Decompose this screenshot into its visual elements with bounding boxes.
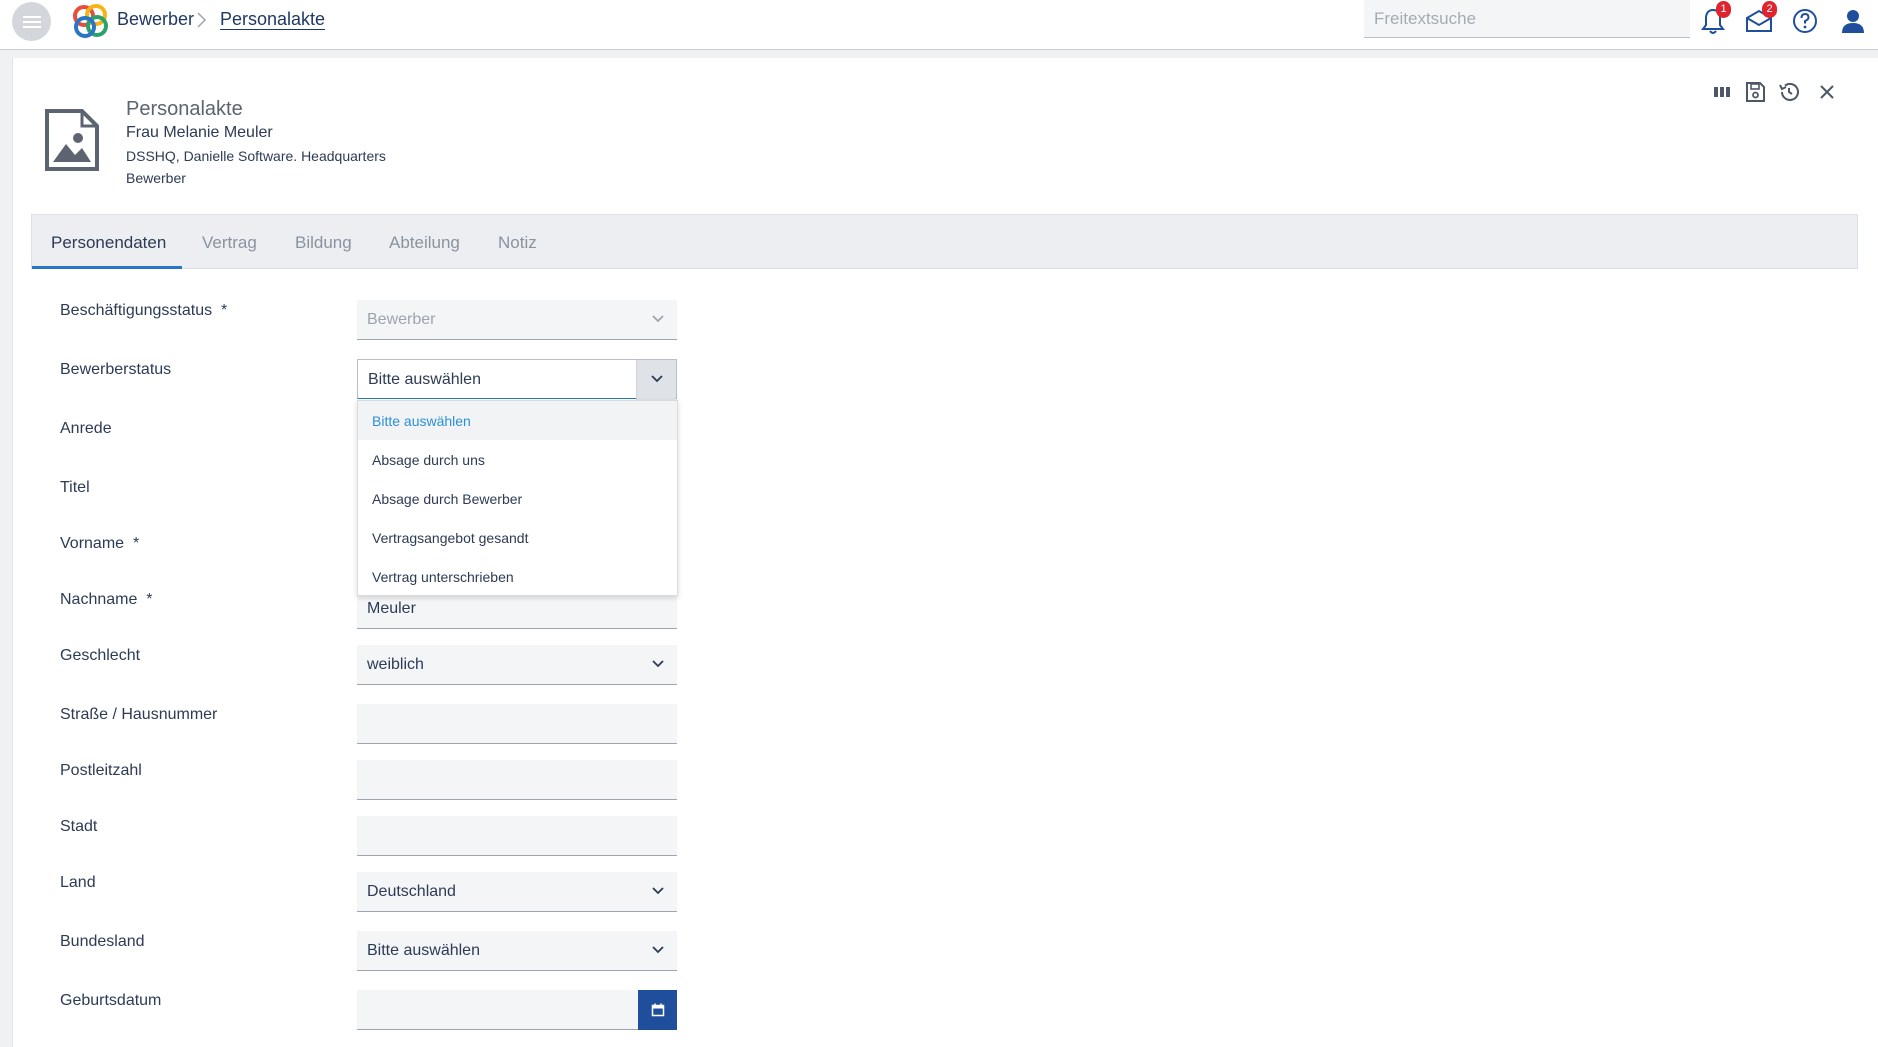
dropdown-option[interactable]: Vertrag unterschrieben [358,557,677,596]
calendar-icon [651,1003,664,1017]
notifications-badge: 1 [1716,1,1731,18]
columns-icon[interactable] [1710,80,1734,104]
label-geburtsdatum: Geburtsdatum [60,992,162,1009]
label-stadt: Stadt [60,818,98,835]
chevron-down-icon [652,315,664,323]
geschlecht-select[interactable]: weiblich [357,645,677,685]
label-beschaeftigungsstatus: Beschäftigungsstatus * [60,302,228,319]
user-icon [1842,10,1864,33]
messages-badge: 2 [1762,1,1777,18]
help-button[interactable] [1790,6,1820,36]
tab-personendaten[interactable]: Personendaten [51,233,166,253]
dropdown-option[interactable]: Absage durch uns [358,440,677,479]
label-bundesland: Bundesland [60,933,145,950]
bundesland-select[interactable]: Bitte auswählen [357,931,677,971]
breadcrumb-current[interactable]: Personalakte [220,9,325,30]
person-type: Bewerber [126,170,186,186]
chevron-down-icon [651,375,663,383]
image-placeholder-icon [45,109,99,171]
stadt-input[interactable] [357,816,677,856]
label-strasse: Straße / Hausnummer [60,706,218,723]
record-card [12,58,1878,1047]
nachname-value: Meuler [367,600,416,617]
tab-notiz[interactable]: Notiz [498,233,537,253]
dropdown-option[interactable]: Bitte auswählen [358,401,677,440]
dropdown-option[interactable]: Vertragsangebot gesandt [358,518,677,557]
tab-vertrag[interactable]: Vertrag [202,233,257,253]
help-icon [1793,9,1817,33]
menu-button[interactable] [12,2,51,41]
label-postleitzahl: Postleitzahl [60,762,142,779]
tab-abteilung[interactable]: Abteilung [389,233,460,253]
chevron-down-icon [652,887,664,895]
land-select[interactable]: Deutschland [357,872,677,912]
geschlecht-value: weiblich [367,656,424,673]
label-anrede: Anrede [60,420,112,437]
beschaeftigungsstatus-select[interactable]: Bewerber [357,300,677,340]
top-bar: Bewerber Personalakte 1 2 [0,0,1878,50]
save-icon[interactable] [1743,80,1767,104]
dropdown-option[interactable]: Absage durch Bewerber [358,479,677,518]
close-icon[interactable] [1815,80,1839,104]
label-land: Land [60,874,96,891]
postleitzahl-input[interactable] [357,760,677,800]
organization-name: DSSHQ, Danielle Software. Headquarters [126,148,386,164]
search-input[interactable] [1364,0,1690,38]
chevron-down-icon [652,946,664,954]
notifications-button[interactable]: 1 [1698,1,1731,36]
active-tab-indicator [32,266,182,269]
label-titel: Titel [60,479,90,496]
bewerberstatus-value: Bitte auswählen [368,371,481,388]
geburtsdatum-input[interactable] [357,990,677,1030]
bewerberstatus-dropdown: Bitte auswählen Absage durch uns Absage … [357,400,678,596]
dropdown-toggle[interactable] [636,360,676,400]
tab-bildung[interactable]: Bildung [295,233,352,253]
date-picker-button[interactable] [638,990,677,1030]
beschaeftigungsstatus-value: Bewerber [367,311,436,328]
chevron-right-icon [197,12,207,28]
label-bewerberstatus: Bewerberstatus [60,361,172,378]
messages-button[interactable]: 2 [1744,1,1777,36]
label-nachname: Nachname * [60,591,153,608]
bewerberstatus-select[interactable]: Bitte auswählen [357,359,677,400]
person-name: Frau Melanie Meuler [126,124,273,141]
hamburger-icon [22,15,41,28]
history-icon[interactable] [1777,80,1801,104]
bundesland-value: Bitte auswählen [367,942,480,959]
page-title: Personalakte [126,98,243,120]
label-geschlecht: Geschlecht [60,647,141,664]
breadcrumb-root[interactable]: Bewerber [117,9,194,30]
user-menu-button[interactable] [1838,6,1868,36]
strasse-input[interactable] [357,704,677,744]
chevron-down-icon [652,660,664,668]
app-logo[interactable] [70,2,112,40]
tab-bar: Personendaten Vertrag Bildung Abteilung … [31,214,1858,269]
label-vorname: Vorname * [60,535,140,552]
land-value: Deutschland [367,883,456,900]
